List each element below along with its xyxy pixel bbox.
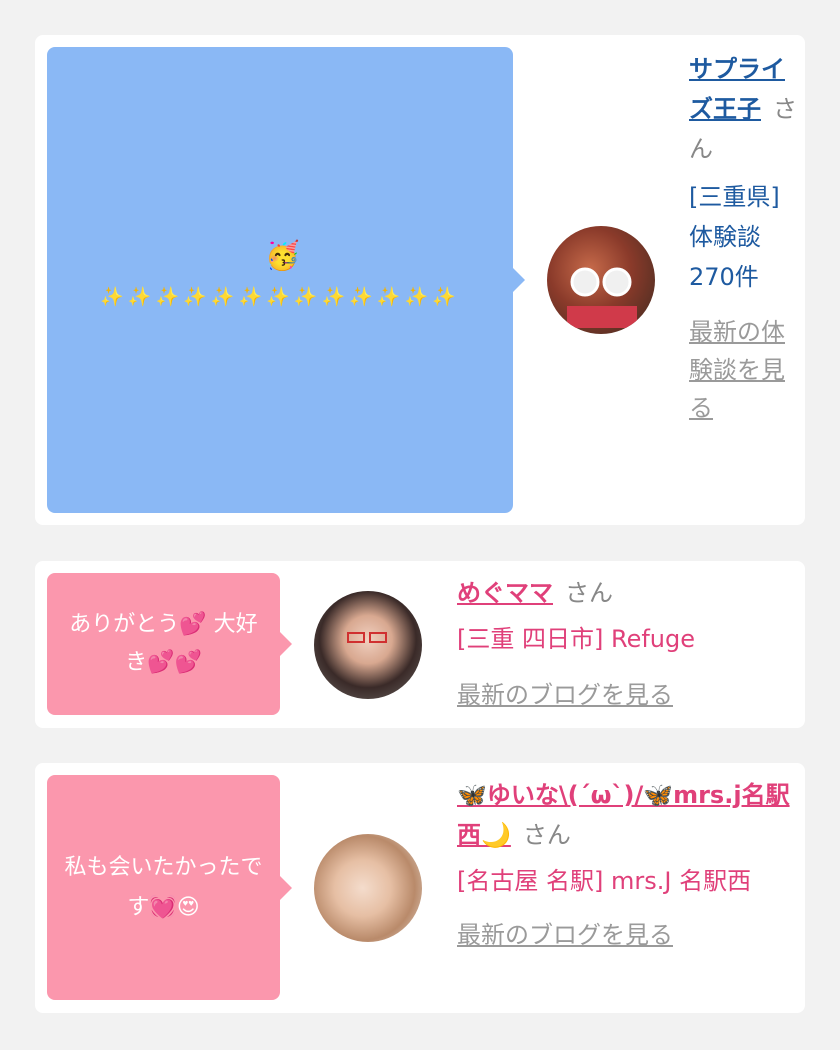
location-text: [名古屋 名駅] mrs.J 名駅西 [457, 867, 752, 895]
user-info: サプライズ王子 さん [三重県] 体験談 270件 最新の体験談を見る [689, 49, 799, 427]
message-bubble[interactable]: 私も会いたかったです💓😍 [47, 775, 292, 1000]
avatar-glasses-icon [347, 632, 387, 643]
avatar-glasses-icon [567, 267, 637, 328]
user-name-link[interactable]: めぐママ [457, 579, 553, 607]
latest-blog-link[interactable]: 最新のブログを見る [457, 915, 797, 955]
location-text: [三重 四日市] Refuge [457, 625, 696, 653]
user-name-link[interactable]: サプライズ王子 [689, 55, 785, 123]
user-info: めぐママ さん [三重 四日市] Refuge 最新のブログを見る [457, 573, 797, 715]
honorific: さん [522, 821, 571, 849]
location-text: [三重県] 体験談 270件 [689, 183, 780, 291]
avatar[interactable] [314, 591, 422, 699]
blog-card: ありがとう💕 大好き💕💕 めぐママ さん [三重 四日市] Refuge 最新のブ… [35, 561, 805, 728]
message-bubble[interactable]: ありがとう💕 大好き💕💕 [47, 573, 292, 715]
message-bubble[interactable]: 🥳 ✨✨✨✨✨✨✨✨✨✨✨✨✨ [47, 47, 525, 513]
latest-blog-link[interactable]: 最新のブログを見る [457, 675, 797, 715]
party-face-emoji: 🥳 [265, 239, 300, 272]
sparkles-message: ✨✨✨✨✨✨✨✨✨✨✨✨✨ [100, 286, 460, 308]
message-text: ありがとう💕 大好き💕💕 [69, 612, 258, 675]
user-info: 🦋ゆいな\(´ω`)/🦋mrs.j名駅西🌙 さん [名古屋 名駅] mrs.J 名… [457, 775, 797, 955]
experience-card: 🥳 ✨✨✨✨✨✨✨✨✨✨✨✨✨ サプライズ王子 さん [三重県] 体験談 270件… [35, 35, 805, 525]
user-name-link[interactable]: 🦋ゆいな\(´ω`)/🦋mrs.j名駅西🌙 [457, 781, 790, 849]
blog-card: 私も会いたかったです💓😍 🦋ゆいな\(´ω`)/🦋mrs.j名駅西🌙 さん [名古… [35, 763, 805, 1013]
message-text: 私も会いたかったです💓😍 [64, 854, 263, 920]
avatar[interactable] [547, 226, 655, 334]
latest-experience-link[interactable]: 最新の体験談を見る [689, 313, 799, 427]
honorific: さん [565, 579, 613, 607]
avatar[interactable] [314, 834, 422, 942]
